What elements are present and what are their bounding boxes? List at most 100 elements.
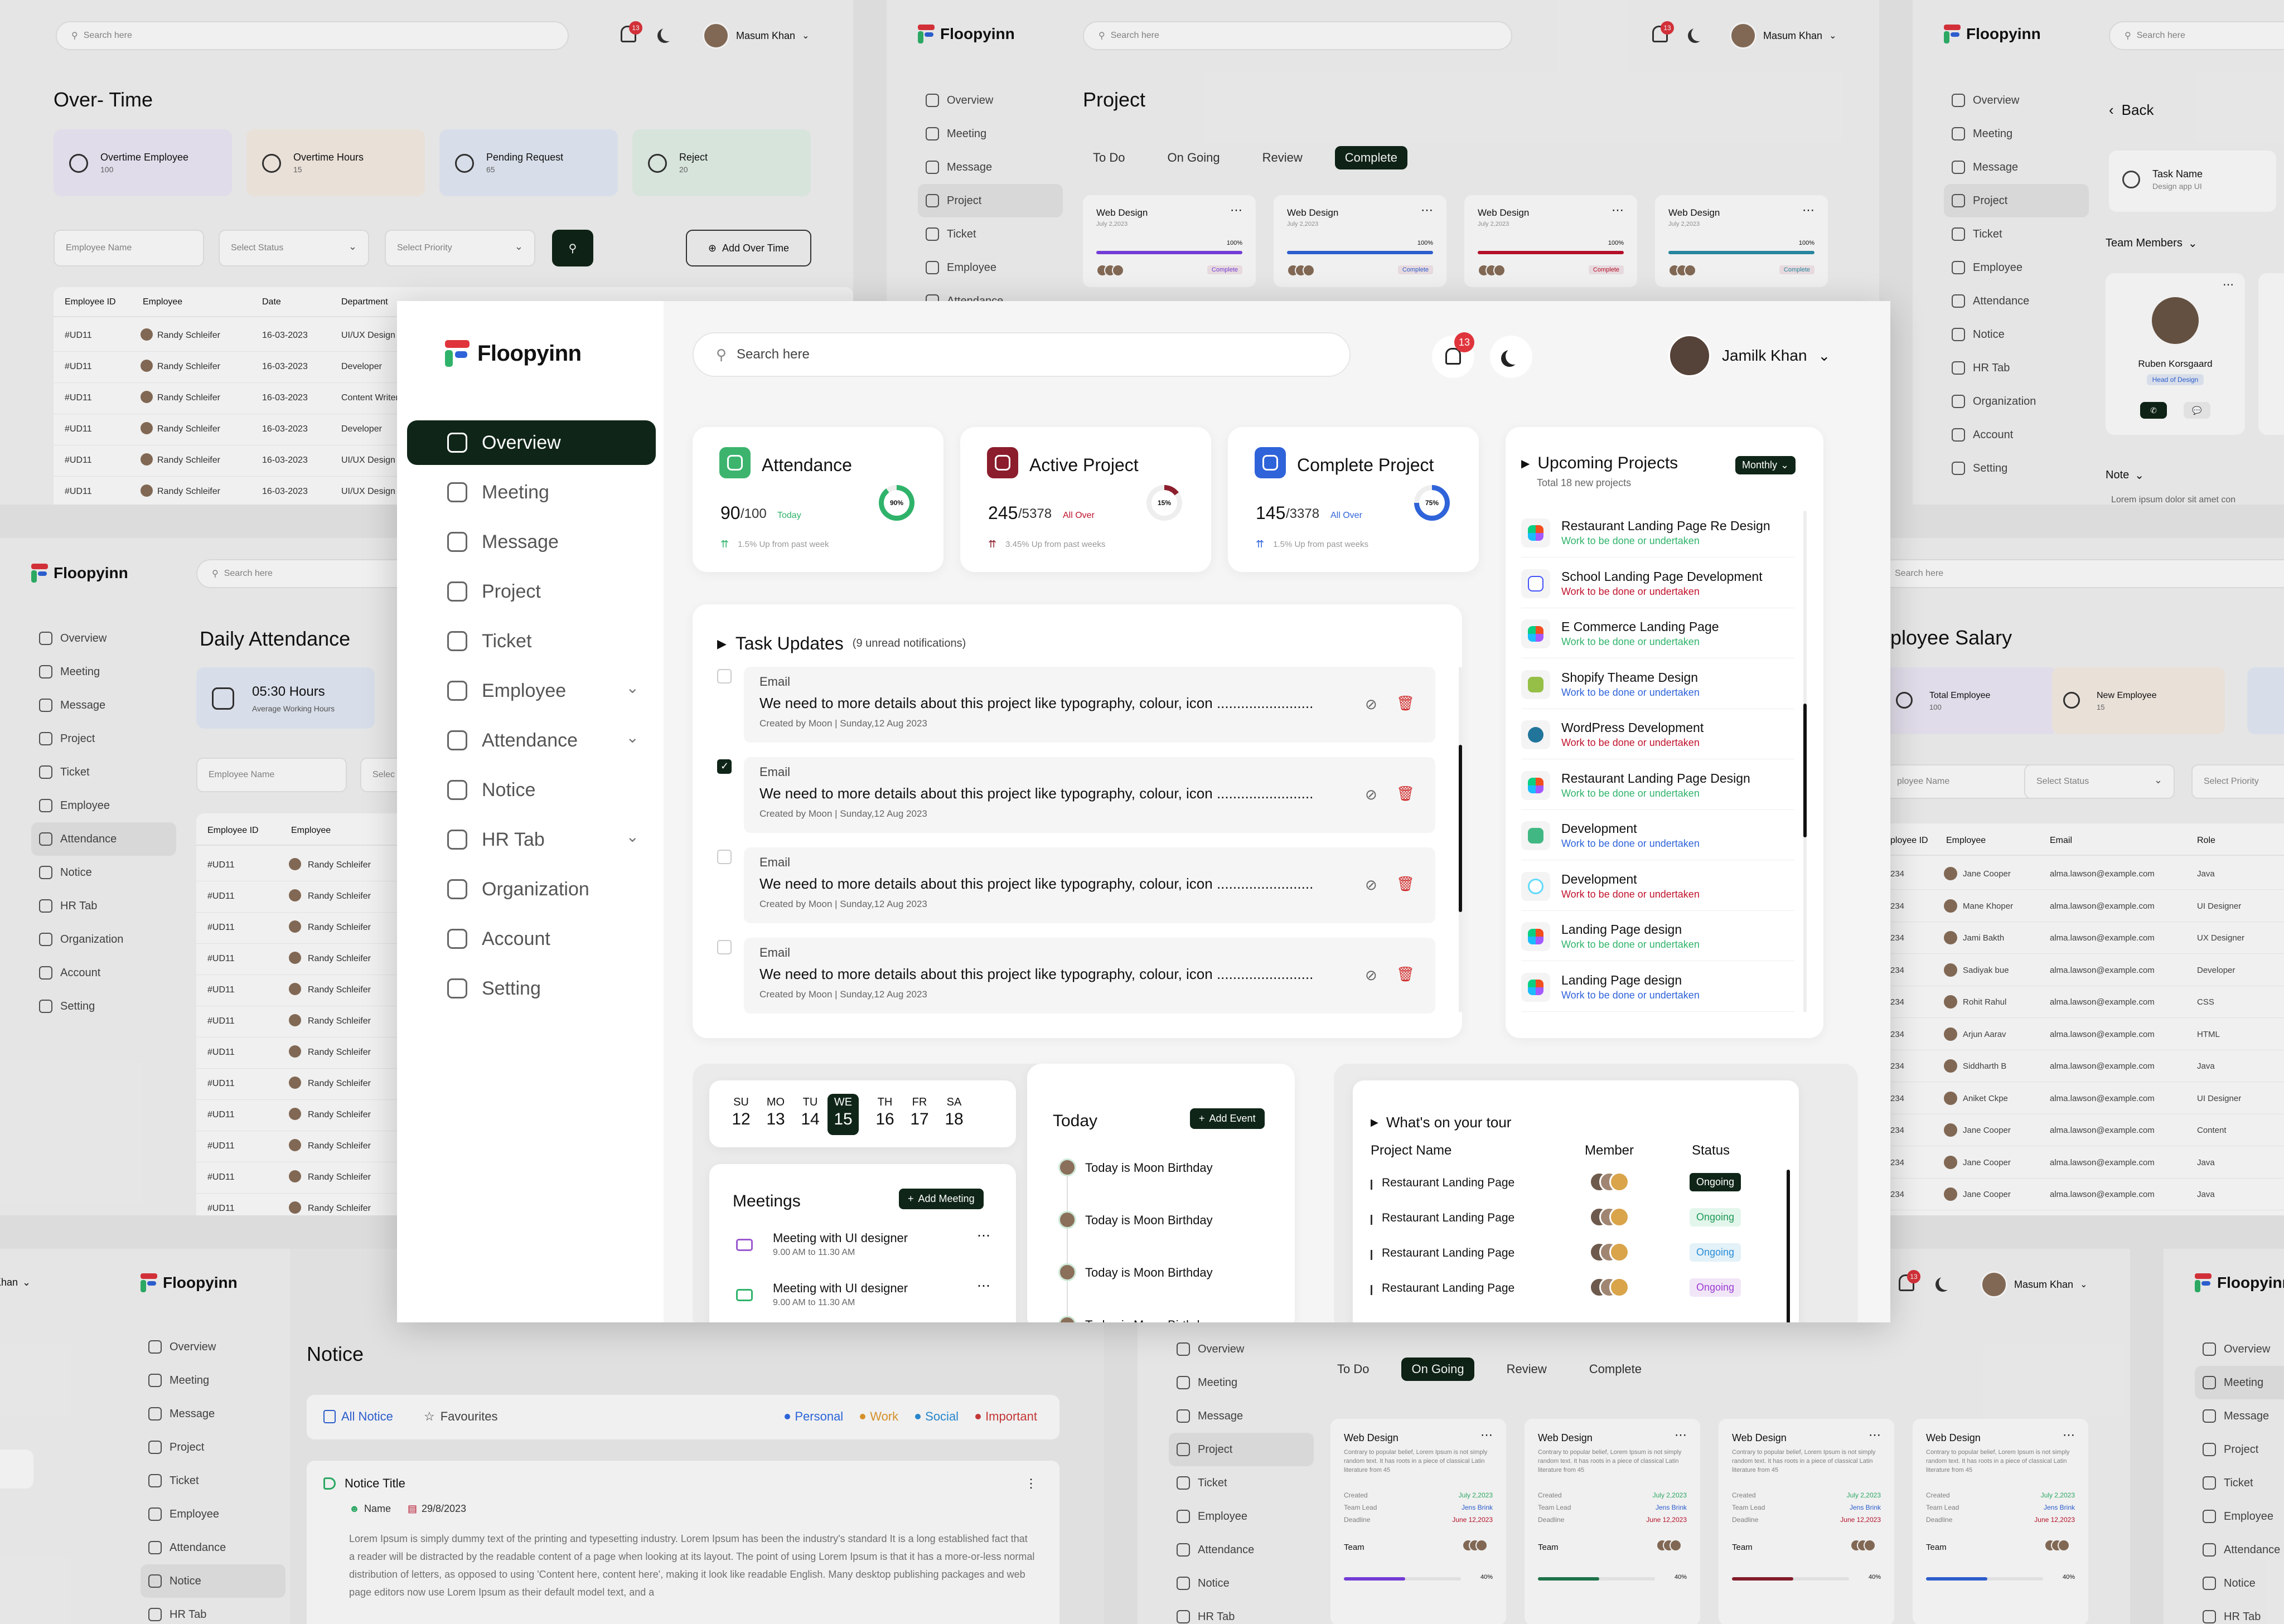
eye-off-icon[interactable]: ⊘ (1365, 967, 1377, 984)
scrollbar-track[interactable] (1459, 667, 1462, 1012)
task-checkbox[interactable] (717, 850, 732, 864)
calendar-day[interactable]: SA 18 (937, 1094, 971, 1135)
sidebar-item-message[interactable]: Message (407, 520, 656, 564)
sidebar-item-overview[interactable]: Overview (407, 420, 656, 465)
more-icon[interactable]: ⋯ (1480, 1428, 1493, 1442)
category-work[interactable]: Work (860, 1409, 898, 1424)
calendar-day[interactable]: TU 14 (793, 1094, 828, 1135)
more-icon[interactable]: ⋯ (2063, 1428, 2075, 1442)
more-icon[interactable]: ⋯ (977, 1278, 990, 1294)
sidebar-item-setting[interactable]: Setting (31, 990, 176, 1023)
tab-to-do[interactable]: To Do (1083, 146, 1135, 169)
sidebar-item-ticket[interactable]: Ticket (918, 217, 1063, 251)
back-button[interactable]: ‹ Back (2109, 101, 2154, 119)
more-icon[interactable]: ⋯ (1802, 203, 1814, 217)
sidebar-item-hr-tab[interactable]: HR Tab ⌄ (407, 817, 656, 862)
tab-review[interactable]: Review (1252, 146, 1313, 169)
more-icon[interactable]: ⋯ (977, 1228, 990, 1244)
sidebar-item-ticket[interactable]: Ticket (1944, 217, 2089, 251)
add-event-button[interactable]: + Add Event (1190, 1108, 1265, 1129)
task-updates-header[interactable]: ▶ Task Updates (9 unread notifications) (717, 633, 966, 654)
tour-header[interactable]: ▶ What's on your tour (1371, 1114, 1511, 1131)
sidebar-item-meeting[interactable]: Meeting (141, 1364, 286, 1397)
sidebar-item-message[interactable]: Message (1169, 1399, 1314, 1433)
sidebar-item-organization[interactable]: Organization (407, 867, 656, 912)
sidebar-item-hr-tab[interactable]: HR Tab (1169, 1600, 1314, 1624)
moon-icon[interactable] (661, 27, 675, 41)
sidebar-item-project[interactable]: Project (141, 1431, 286, 1464)
project-item[interactable]: Development Work to be done or undertaken (1521, 864, 1794, 911)
user-menu[interactable]: Jamilk Khan ⌄ (1668, 335, 1830, 377)
project-item[interactable]: Restaurant Landing Page Re Design Work to… (1521, 511, 1794, 558)
eye-off-icon[interactable]: ⊘ (1365, 696, 1377, 713)
eye-off-icon[interactable]: ⊘ (1365, 876, 1377, 894)
sidebar-item-employee[interactable]: Employee ⌄ (407, 668, 656, 713)
filter-0[interactable]: ployee Name (1890, 764, 2035, 799)
sidebar-item-meeting[interactable]: Meeting (1169, 1366, 1314, 1399)
search-button[interactable]: ⚲ (552, 230, 593, 266)
sidebar-item-account[interactable]: Account (407, 917, 656, 961)
more-vertical-icon[interactable]: ⋮ (1025, 1476, 1037, 1491)
sidebar-item-project[interactable]: Project (1169, 1433, 1314, 1466)
sidebar-item-organization[interactable]: Organization (1944, 385, 2089, 418)
sidebar-item-attendance[interactable]: Attendance (1169, 1533, 1314, 1567)
add-meeting-button[interactable]: + Add Meeting (899, 1189, 984, 1209)
sidebar-item-project[interactable]: Project (1944, 184, 2089, 217)
scrollbar-track[interactable] (1803, 511, 1807, 1012)
sidebar-item-notice[interactable]: Notice (31, 856, 176, 889)
sidebar-item-setting[interactable]: Setting (1944, 452, 2089, 485)
sidebar-item-message[interactable]: Message (141, 1397, 286, 1431)
filter-2[interactable]: Select Priority ⌄ (385, 230, 535, 266)
search-input[interactable]: ⚲Search here (196, 559, 401, 588)
search-input[interactable]: ⚲ Search here (693, 332, 1351, 377)
sidebar-item-account[interactable]: Account (1944, 418, 2089, 452)
search-input[interactable]: ⚲ Search here (56, 21, 569, 50)
category-social[interactable]: Social (915, 1409, 959, 1424)
trash-icon[interactable]: 🗑 (1396, 966, 1415, 983)
project-item[interactable]: WordPress Development Work to be done or … (1521, 712, 1794, 759)
more-icon[interactable]: ⋯ (1421, 203, 1433, 217)
tab-favourites[interactable]: ☆ Favourites (424, 1409, 497, 1424)
sidebar-item-employee[interactable]: Employee (31, 789, 176, 822)
sidebar-item-attendance[interactable]: Attendance ⌄ (407, 718, 656, 763)
sidebar-item-hr-tab[interactable]: HR Tab (1944, 351, 2089, 385)
sidebar-item-employee[interactable]: Employee (141, 1497, 286, 1531)
chat-icon[interactable]: 💬 (2184, 402, 2210, 419)
tab-to-do[interactable]: To Do (1327, 1358, 1379, 1381)
project-item[interactable]: Landing Page design Work to be done or un… (1521, 914, 1794, 961)
project-item[interactable]: Landing Page design Work to be done or un… (1521, 965, 1794, 1012)
sidebar-item-project[interactable]: Project (2195, 1433, 2284, 1466)
moon-icon[interactable] (1691, 27, 1706, 41)
tab-complete[interactable]: Complete (1579, 1358, 1652, 1381)
sidebar-item-meeting[interactable]: Meeting (31, 655, 176, 689)
trash-icon[interactable]: 🗑 (1396, 875, 1415, 893)
project-item[interactable]: Restaurant Landing Page Design Work to be… (1521, 763, 1794, 810)
project-item[interactable]: Shopify Theame Design Work to be done or … (1521, 662, 1794, 709)
calendar-day[interactable]: TH 16 (868, 1094, 902, 1135)
sidebar-item-employee[interactable]: Employee (2195, 1500, 2284, 1533)
theme-toggle[interactable] (1490, 336, 1532, 378)
sidebar-item-hr-tab[interactable]: HR Tab (141, 1598, 286, 1624)
sidebar-item-meeting[interactable]: Meeting (2195, 1366, 2284, 1399)
search-input[interactable]: ⚲Search here (2109, 21, 2284, 50)
sidebar-item-attendance[interactable]: Attendance (141, 1531, 286, 1564)
sidebar-item-overview[interactable]: Overview (31, 622, 176, 655)
sidebar-item-hr-tab[interactable]: HR Tab (2195, 1600, 2284, 1624)
sidebar-item-attendance[interactable]: Attendance (918, 284, 1063, 301)
sidebar-item-meeting[interactable]: Meeting (918, 117, 1063, 151)
sidebar-item-employee[interactable]: Employee (1944, 251, 2089, 284)
task-checkbox[interactable] (717, 669, 732, 683)
user-menu[interactable]: Masum Khan ⌄ (703, 22, 809, 49)
sidebar-item-ticket[interactable]: Ticket (2195, 1466, 2284, 1500)
calendar-day[interactable]: WE 15 (828, 1094, 859, 1135)
search-input[interactable]: ⚲Search here (1083, 21, 1512, 50)
monthly-select[interactable]: Monthly ⌄ (1735, 456, 1796, 474)
filter-0[interactable]: Employee Name (54, 230, 204, 266)
eye-off-icon[interactable]: ⊘ (1365, 786, 1377, 803)
employee-name-filter[interactable]: Employee Name (196, 758, 347, 792)
note-toggle[interactable]: Note ⌄ (2106, 468, 2144, 482)
sidebar-item-project[interactable]: Project (407, 569, 656, 614)
tab-all-notice[interactable]: All Notice (323, 1409, 393, 1424)
sidebar-item-hr-tab[interactable]: HR Tab (31, 889, 176, 923)
sidebar-item-overview[interactable]: Overview (141, 1330, 286, 1364)
